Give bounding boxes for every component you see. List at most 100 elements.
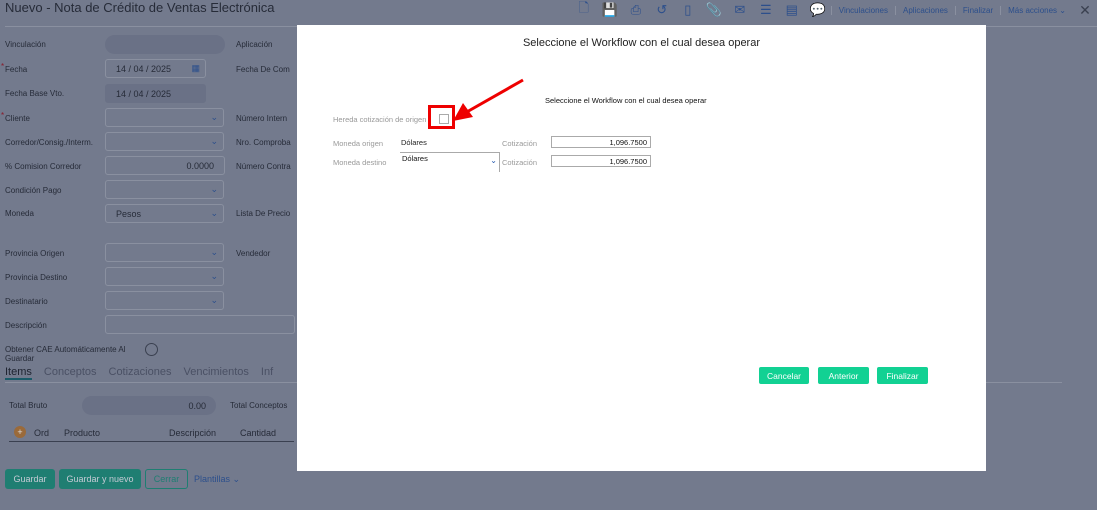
chevron-down-icon: ⌄ (210, 136, 218, 146)
page-title: Nuevo - Nota de Crédito de Ventas Electr… (5, 0, 275, 15)
comision-label: % Comision Corredor (5, 162, 82, 171)
plantillas-menu[interactable]: Plantillas ⌄ (194, 469, 240, 489)
fecha-comp-label: Fecha De Com (236, 65, 290, 74)
prov-origen-label: Provincia Origen (5, 249, 65, 258)
checklist-icon[interactable]: ☰ (753, 2, 779, 18)
vinculacion-label: Vinculación (5, 40, 46, 49)
chevron-down-icon: ⌄ (210, 208, 218, 218)
modal-subtitle: Seleccione el Workflow con el cual desea… (545, 96, 707, 105)
corredor-label: Corredor/Consig./Interm. (5, 138, 94, 147)
cancelar-button[interactable]: Cancelar (759, 367, 809, 384)
descripcion-label: Descripción (5, 321, 47, 330)
mas-acciones-label: Más acciones (1008, 5, 1058, 15)
corredor-select[interactable]: ⌄ (105, 132, 224, 151)
chevron-down-icon: ⌄ (210, 112, 218, 122)
tab-cotizaciones[interactable]: Cotizaciones (109, 366, 172, 380)
fecha-base-input: 14 / 04 / 2025 (105, 84, 206, 103)
new-document-icon[interactable]: 🗋 (571, 0, 597, 21)
cotizacion-destino-label: Cotización (502, 158, 538, 167)
chevron-down-icon: ⌄ (210, 184, 218, 194)
cae-label: Obtener CAE Automáticamente Al Guardar (5, 345, 126, 363)
moneda-origen-label: Moneda origen (333, 139, 384, 148)
fecha-input[interactable]: 14 / 04 / 2025 ▦ (105, 59, 206, 78)
guardar-nuevo-button[interactable]: Guardar y nuevo (59, 469, 141, 489)
numero-contra-label: Número Contra (236, 162, 291, 171)
vendedor-label: Vendedor (236, 249, 271, 258)
moneda-destino-select[interactable]: Dólares ⌄ (400, 152, 500, 172)
comment-icon[interactable]: 💬 (805, 2, 831, 18)
anterior-button[interactable]: Anterior (818, 367, 869, 384)
prov-origen-select[interactable]: ⌄ (105, 243, 224, 262)
cae-toggle[interactable] (145, 343, 158, 356)
tabs: Items Conceptos Cotizaciones Vencimiento… (5, 366, 273, 380)
chevron-down-icon: ⌄ (210, 295, 218, 305)
total-bruto-label: Total Bruto (9, 401, 48, 410)
prov-destino-label: Provincia Destino (5, 273, 68, 282)
aplicaciones-link[interactable]: Aplicaciones (894, 5, 955, 15)
moneda-select[interactable]: Pesos ⌄ (105, 204, 224, 223)
cerrar-button[interactable]: Cerrar (145, 469, 188, 489)
comision-value: 0.0000 (186, 160, 214, 171)
tab-conceptos[interactable]: Conceptos (44, 366, 97, 380)
email-icon[interactable]: ✉ (727, 2, 753, 18)
condicion-label: Condición Pago (5, 186, 62, 195)
attachment-icon[interactable]: 📎 (701, 2, 727, 18)
calendar-icon[interactable]: ▦ (191, 63, 200, 74)
cotizacion-origen-label: Cotización (502, 139, 538, 148)
print-icon[interactable]: ⎙ (623, 2, 649, 18)
col-cantidad: Cantidad (240, 428, 277, 438)
plantillas-label: Plantillas (194, 474, 231, 484)
comision-input[interactable]: 0.0000 (105, 156, 225, 175)
finalizar-link[interactable]: Finalizar (954, 5, 1000, 15)
close-icon[interactable]: ✕ (1073, 2, 1097, 19)
total-bruto-value: 0.00 (82, 396, 216, 415)
descripcion-input[interactable] (105, 315, 295, 334)
tab-items[interactable]: Items (5, 366, 32, 380)
pdf-icon[interactable]: ▯ (675, 2, 701, 18)
grid-header: + Ord Producto Descripción Cantidad (9, 426, 294, 442)
nro-comprob-label: Nro. Comproba (236, 138, 291, 147)
cliente-label: Cliente (1, 111, 30, 123)
vinculaciones-link[interactable]: Vinculaciones (830, 5, 895, 15)
tab-vencimientos[interactable]: Vencimientos (183, 366, 248, 380)
save-icon[interactable]: 💾 (597, 2, 623, 18)
fecha-value: 14 / 04 / 2025 (116, 63, 172, 74)
prov-destino-select[interactable]: ⌄ (105, 267, 224, 286)
numero-interno-label: Número Intern (236, 114, 288, 123)
destinatario-label: Destinatario (5, 297, 48, 306)
moneda-origen-value: Dólares (401, 138, 427, 147)
chevron-down-icon: ⌄ (210, 271, 218, 281)
cliente-select[interactable]: ⌄ (105, 108, 224, 127)
destinatario-select[interactable]: ⌄ (105, 291, 224, 310)
history-icon[interactable]: ↺ (649, 2, 675, 18)
hereda-label: Hereda cotización de origen (333, 115, 427, 124)
condicion-select[interactable]: ⌄ (105, 180, 224, 199)
tab-inf[interactable]: Inf (261, 366, 273, 380)
add-row-icon[interactable]: + (14, 426, 26, 438)
col-producto: Producto (64, 428, 101, 438)
red-arrow-icon (453, 78, 524, 121)
moneda-destino-value: Dólares (402, 154, 428, 163)
guardar-button[interactable]: Guardar (5, 469, 55, 489)
moneda-value: Pesos (116, 208, 142, 219)
cotizacion-origen-input[interactable]: 1,096.7500 (551, 136, 651, 148)
total-conceptos-label: Total Conceptos (230, 401, 288, 410)
moneda-label: Moneda (5, 209, 34, 218)
modal-title: Seleccione el Workflow con el cual desea… (522, 37, 761, 49)
moneda-destino-label: Moneda destino (333, 158, 387, 167)
cotizacion-destino-input[interactable]: 1,096.7500 (551, 155, 651, 167)
workflow-modal: Seleccione el Workflow con el cual desea… (297, 25, 986, 471)
total-bruto-amount: 0.00 (188, 400, 206, 411)
aplicacion-label: Aplicación (236, 40, 273, 49)
chevron-down-icon: ⌄ (210, 247, 218, 257)
vinculacion-field[interactable] (105, 35, 225, 54)
chevron-down-icon: ⌄ (232, 473, 241, 484)
chevron-down-icon: ⌄ (1059, 5, 1066, 15)
fecha-label: Fecha (1, 62, 27, 74)
notes-icon[interactable]: ▤ (779, 2, 805, 18)
toolbar: 🗋 💾 ⎙ ↺ ▯ 📎 ✉ ☰ ▤ 💬 Vinculaciones Aplica… (571, 0, 1097, 20)
fecha-base-value: 14 / 04 / 2025 (116, 88, 172, 99)
finalizar-button[interactable]: Finalizar (877, 367, 928, 384)
mas-acciones-menu[interactable]: Más acciones ⌄ (1000, 5, 1073, 15)
col-descripcion: Descripción (169, 428, 217, 438)
